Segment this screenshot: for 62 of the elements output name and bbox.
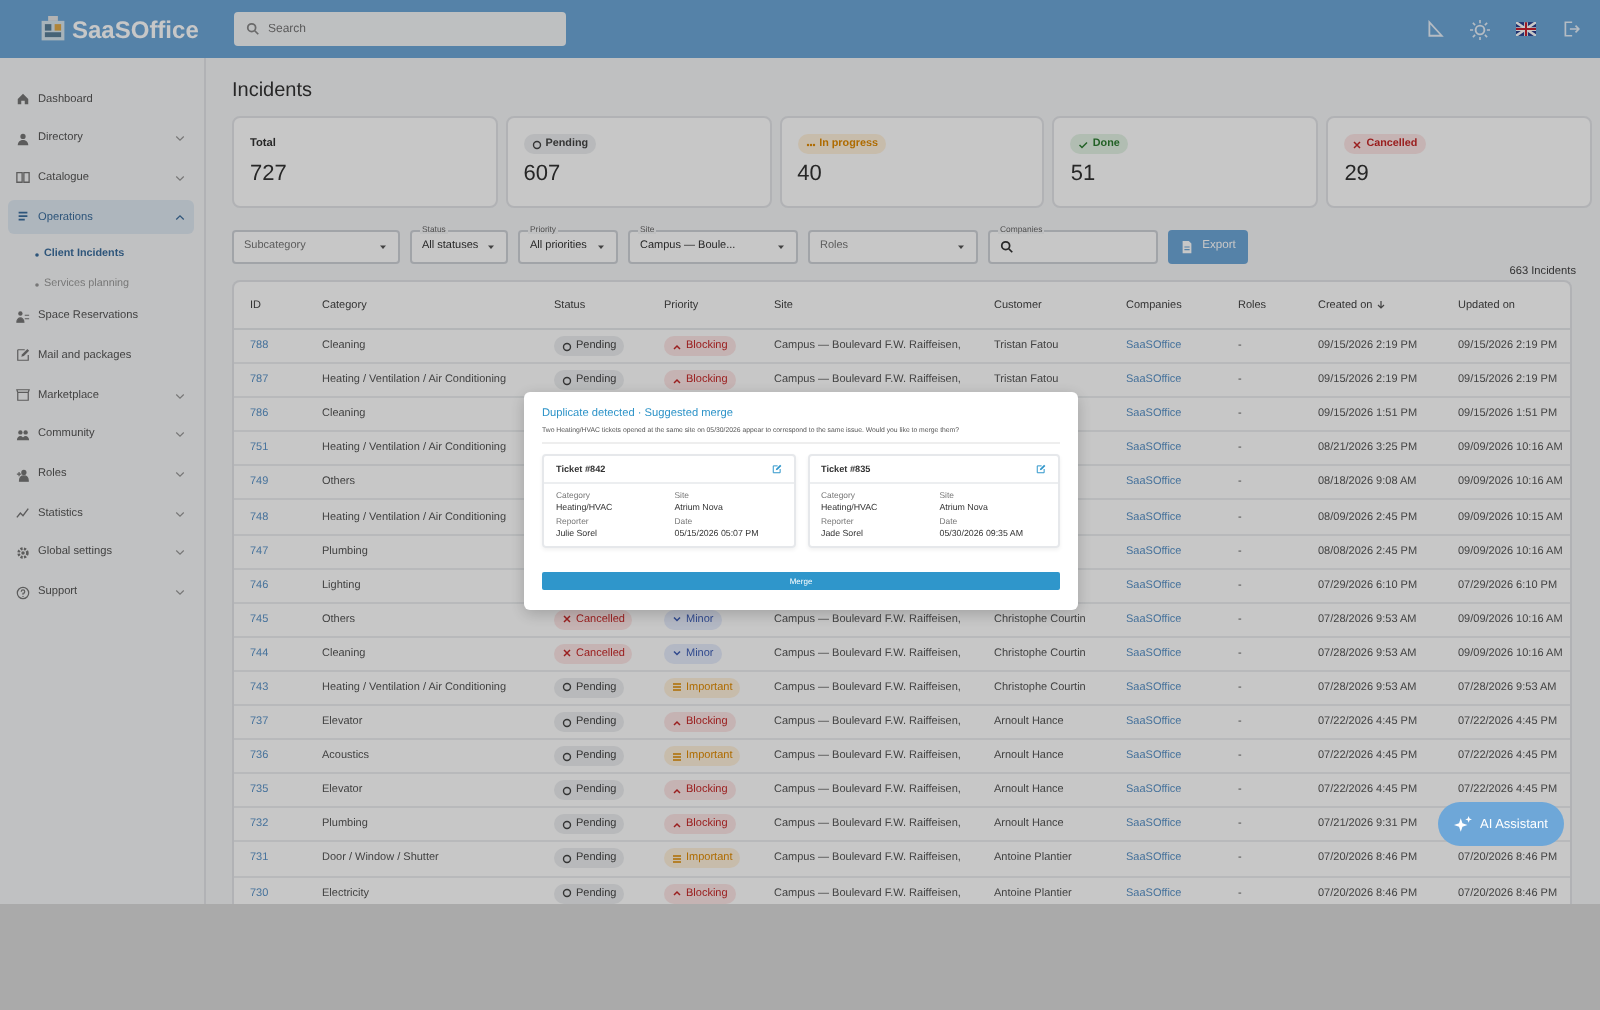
caret-icon: [596, 241, 606, 251]
dots-icon: [805, 139, 816, 149]
chevron-down-icon: [672, 614, 682, 625]
circle-icon: [562, 682, 572, 693]
group-icon: [16, 427, 30, 442]
edit-icon: [16, 348, 30, 363]
cross-icon: [562, 614, 572, 625]
logo-icon: [40, 16, 66, 42]
chevron-down-icon: [672, 648, 682, 659]
check-icon: [1078, 139, 1089, 149]
caret-icon: [776, 241, 786, 251]
help-icon: [16, 585, 30, 600]
chevron-up-icon: [672, 785, 682, 796]
edit-icon[interactable]: [771, 464, 781, 475]
triangle-icon[interactable]: [1426, 20, 1444, 38]
sparkle-icon: [1454, 815, 1472, 833]
circle-icon: [562, 751, 572, 762]
app-logo-text: SaaSOffice: [72, 15, 199, 43]
search-icon: [1000, 239, 1014, 253]
caret-icon: [486, 241, 496, 251]
flag-icon[interactable]: [1516, 22, 1536, 36]
file-icon: [1180, 239, 1195, 253]
stat-value: 40: [797, 162, 822, 186]
chevron-up-icon: [672, 375, 682, 386]
stat-value: 727: [250, 162, 287, 186]
equals-icon: [672, 751, 682, 762]
chevron-up-icon: [672, 341, 682, 352]
circle-icon: [562, 375, 572, 386]
gear-icon: [16, 545, 30, 560]
circle-icon: [562, 341, 572, 352]
equals-icon: [672, 682, 682, 693]
caret-icon: [956, 241, 966, 251]
book-icon: [16, 170, 30, 185]
search-icon: [246, 22, 260, 36]
dot-icon: [34, 281, 40, 288]
store-icon: [16, 388, 30, 403]
chevron-up-icon: [672, 819, 682, 830]
stat-value: 51: [1070, 162, 1096, 186]
edit-icon[interactable]: [1036, 464, 1046, 475]
logout-icon[interactable]: [1562, 20, 1580, 38]
stat-value: 607: [523, 162, 561, 186]
page-title: Incidents: [232, 80, 313, 102]
arrow-down-icon: [1376, 300, 1387, 310]
cross-icon: [562, 648, 572, 659]
sun-icon[interactable]: [1470, 19, 1490, 39]
circle-icon: [562, 819, 572, 830]
circle-icon: [531, 139, 542, 149]
dot-icon: [34, 251, 40, 258]
circle-icon: [562, 888, 572, 899]
person-add-icon: [16, 467, 30, 481]
circle-icon: [562, 853, 572, 864]
circle-icon: [562, 717, 572, 728]
list-icon: [16, 210, 30, 225]
circle-icon: [562, 785, 572, 796]
home-icon: [16, 92, 30, 106]
equals-icon: [672, 853, 682, 864]
chevron-up-icon: [672, 888, 682, 899]
caret-icon: [378, 241, 388, 251]
cross-icon: [1352, 139, 1363, 149]
chevron-up-icon: [672, 717, 682, 728]
chart-icon: [16, 506, 30, 521]
stat-value: 29: [1344, 162, 1369, 186]
